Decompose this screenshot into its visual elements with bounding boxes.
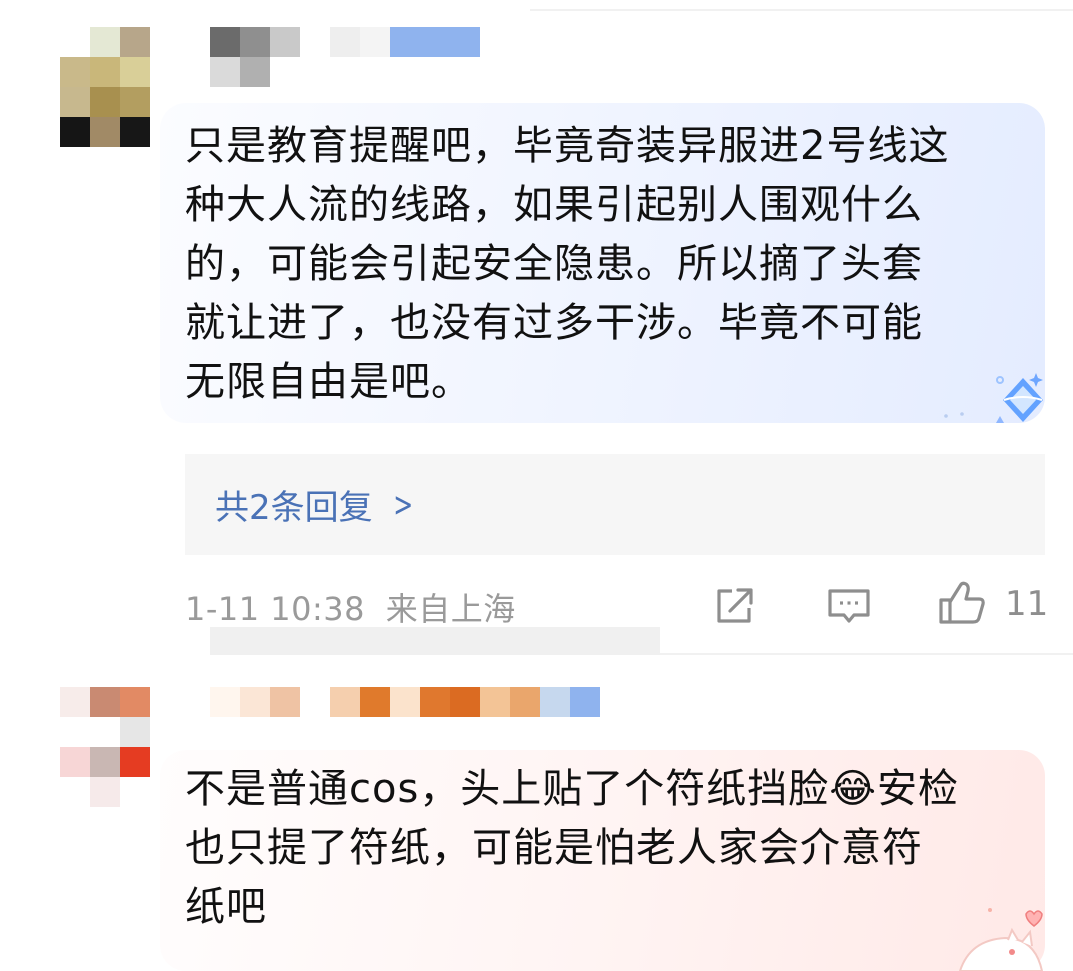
view-replies-button[interactable]: 共2条回复 > bbox=[185, 454, 1045, 555]
username[interactable] bbox=[210, 687, 600, 717]
thumbs-up-icon[interactable] bbox=[938, 580, 986, 626]
comment-text: 只是教育提醒吧，毕竟奇装异服进2号线这 种大人流的线路，如果引起别人围观什么 的… bbox=[185, 123, 950, 405]
cat-sticker-icon bbox=[958, 908, 1044, 971]
comment-bubble: 只是教育提醒吧，毕竟奇装异服进2号线这 种大人流的线路，如果引起别人围观什么 的… bbox=[160, 103, 1045, 423]
comment-divider bbox=[660, 653, 1073, 655]
diamond-badge-icon bbox=[944, 373, 1043, 423]
timestamp: 1-11 10:38 bbox=[185, 590, 366, 628]
comment-text: 不是普通cos，头上贴了个符纸挡脸😂安检 也只提了符纸，可能是怕老人家会介意符 … bbox=[185, 766, 960, 930]
like-count: 11 bbox=[1005, 584, 1049, 624]
avatar[interactable] bbox=[60, 27, 150, 147]
username[interactable] bbox=[210, 27, 480, 87]
avatar[interactable] bbox=[60, 687, 150, 807]
comment-icon[interactable] bbox=[826, 587, 872, 625]
share-icon[interactable] bbox=[714, 587, 756, 625]
mask-strip bbox=[210, 627, 660, 655]
replies-count-label: 共2条回复 bbox=[215, 488, 373, 528]
top-divider bbox=[530, 9, 1073, 11]
location: 来自上海 bbox=[385, 590, 516, 628]
comment-meta: 1-11 10:38 来自上海 bbox=[185, 584, 516, 630]
chevron-right-icon: > bbox=[392, 484, 413, 525]
comment-bubble: 不是普通cos，头上贴了个符纸挡脸😂安检 也只提了符纸，可能是怕老人家会介意符 … bbox=[160, 750, 1045, 971]
